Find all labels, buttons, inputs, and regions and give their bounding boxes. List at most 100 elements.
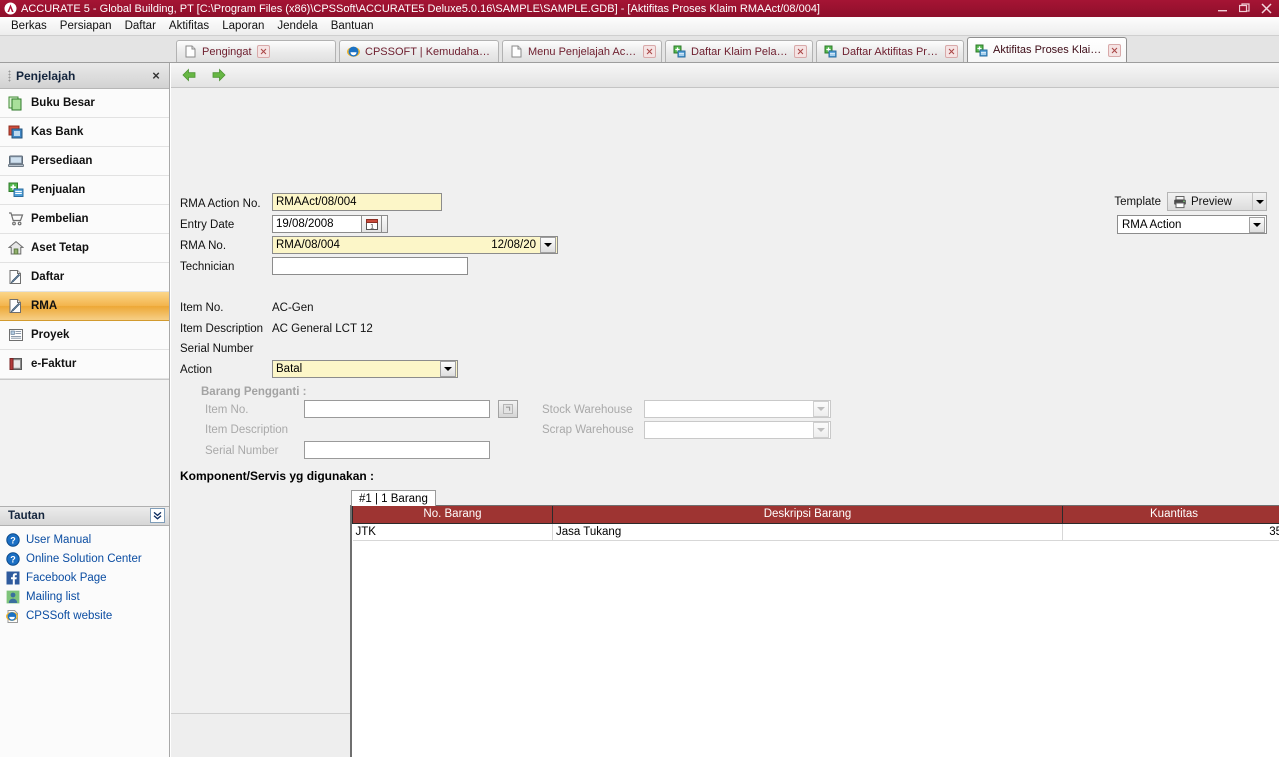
serial-number-label: Serial Number bbox=[180, 343, 254, 355]
chevron-down-icon[interactable] bbox=[440, 361, 456, 377]
lookup-icon[interactable] bbox=[498, 400, 518, 418]
chevron-double-down-icon[interactable] bbox=[150, 508, 165, 523]
tab-close-icon[interactable] bbox=[794, 45, 807, 58]
sidebar-item-persediaan[interactable]: Persediaan bbox=[0, 147, 169, 176]
sidebar-item-aset-tetap[interactable]: Aset Tetap bbox=[0, 234, 169, 263]
sidebar: Penjelajah × Buku Besar bbox=[0, 63, 170, 757]
col-header-deskripsi-barang[interactable]: Deskripsi Barang bbox=[553, 506, 1063, 523]
sidebar-item-label: Persediaan bbox=[31, 155, 92, 167]
rma-no-date: 12/08/20 bbox=[491, 239, 540, 251]
tab-close-icon[interactable] bbox=[1108, 44, 1121, 57]
sidebar-item-label: Daftar bbox=[31, 271, 64, 283]
tab-close-icon[interactable] bbox=[643, 45, 656, 58]
sidebar-item-e-faktur[interactable]: e-Faktur bbox=[0, 350, 169, 379]
tab-close-icon[interactable] bbox=[945, 45, 958, 58]
replacement-group-title: Barang Pengganti : bbox=[201, 386, 306, 398]
sidebar-nav-list: Buku Besar Kas Bank bbox=[0, 89, 169, 380]
action-label: Action bbox=[180, 364, 212, 376]
menu-item-daftar[interactable]: Daftar bbox=[120, 18, 164, 35]
list-pencil-icon bbox=[8, 269, 24, 285]
sales-icon bbox=[824, 45, 837, 58]
entry-date-input[interactable]: 19/08/2008 bbox=[272, 215, 362, 233]
sidebar-item-penjualan[interactable]: Penjualan bbox=[0, 176, 169, 205]
sidebar-item-kas-bank[interactable]: Kas Bank bbox=[0, 118, 169, 147]
menu-item-berkas[interactable]: Berkas bbox=[6, 18, 55, 35]
close-icon[interactable] bbox=[1255, 1, 1277, 16]
record-nav-toolbar bbox=[171, 63, 1279, 88]
link-online-solution-center[interactable]: ? Online Solution Center bbox=[6, 550, 169, 569]
table-row[interactable]: JTK Jasa Tukang 35 bbox=[353, 523, 1279, 540]
preview-button[interactable]: Preview bbox=[1167, 192, 1267, 211]
sidebar-item-label: RMA bbox=[31, 300, 57, 312]
link-user-manual[interactable]: ? User Manual bbox=[6, 531, 169, 550]
chevron-down-icon[interactable] bbox=[813, 401, 829, 417]
item-no-label: Item No. bbox=[180, 302, 223, 314]
components-grid[interactable]: No. Barang Deskripsi Barang Kuantitas Sa… bbox=[350, 505, 1279, 757]
menu-item-jendela[interactable]: Jendela bbox=[272, 18, 325, 35]
sidebar-item-rma[interactable]: RMA bbox=[0, 292, 169, 321]
cell-deskripsi[interactable]: Jasa Tukang bbox=[553, 523, 1063, 540]
menu-item-aktifitas[interactable]: Aktifitas bbox=[164, 18, 217, 35]
chevron-down-icon[interactable] bbox=[1252, 193, 1266, 210]
sidebar-item-label: Penjualan bbox=[31, 184, 85, 196]
grid-tab-barang[interactable]: #1 | 1 Barang bbox=[351, 490, 436, 506]
stock-warehouse-combo[interactable] bbox=[644, 400, 831, 418]
template-label: Template bbox=[1114, 196, 1161, 208]
menu-item-laporan[interactable]: Laporan bbox=[217, 18, 272, 35]
replacement-serial-number-input[interactable] bbox=[304, 441, 490, 459]
tab-cpssoft-web[interactable]: CPSSOFT | Kemudahan Bis... bbox=[339, 40, 499, 62]
link-label: CPSSoft website bbox=[26, 610, 112, 622]
menu-item-bantuan[interactable]: Bantuan bbox=[326, 18, 382, 35]
sidebar-item-label: e-Faktur bbox=[31, 358, 76, 370]
tab-close-icon[interactable] bbox=[257, 45, 270, 58]
cell-kuantitas[interactable]: 35 bbox=[1063, 523, 1279, 540]
calendar-icon[interactable]: 1 bbox=[362, 215, 382, 233]
drag-grip-icon[interactable] bbox=[8, 70, 11, 82]
arrow-right-icon[interactable] bbox=[210, 66, 228, 84]
scrap-warehouse-combo[interactable] bbox=[644, 421, 831, 439]
rma-action-no-label: RMA Action No. bbox=[180, 198, 261, 210]
replacement-item-no-input[interactable] bbox=[304, 400, 490, 418]
arrow-left-icon[interactable] bbox=[180, 66, 198, 84]
help-icon: ? bbox=[6, 552, 20, 566]
tab-menu-penjelajah[interactable]: Menu Penjelajah Accur... bbox=[502, 40, 662, 62]
sales-icon bbox=[673, 45, 686, 58]
chevron-down-icon[interactable] bbox=[1249, 217, 1265, 233]
rma-action-no-input[interactable]: RMAAct/08/004 bbox=[272, 193, 442, 211]
stock-warehouse-label: Stock Warehouse bbox=[542, 404, 632, 416]
rma-no-label: RMA No. bbox=[180, 240, 226, 252]
close-icon[interactable]: × bbox=[149, 69, 163, 82]
cell-no-barang[interactable]: JTK bbox=[353, 523, 553, 540]
restore-icon[interactable] bbox=[1233, 1, 1255, 16]
sales-icon bbox=[975, 44, 988, 57]
col-header-no-barang[interactable]: No. Barang bbox=[353, 506, 553, 523]
rma-no-combo[interactable]: RMA/08/004 12/08/20 bbox=[272, 236, 558, 254]
technician-input[interactable] bbox=[272, 257, 468, 275]
sidebar-item-pembelian[interactable]: Pembelian bbox=[0, 205, 169, 234]
entry-date-spin[interactable] bbox=[382, 215, 388, 233]
link-facebook-page[interactable]: Facebook Page bbox=[6, 569, 169, 588]
technician-label: Technician bbox=[180, 261, 234, 273]
tab-aktifitas-proses-klaim[interactable]: Aktifitas Proses Klaim ... bbox=[967, 37, 1127, 62]
sidebar-item-proyek[interactable]: Proyek bbox=[0, 321, 169, 350]
sidebar-item-buku-besar[interactable]: Buku Besar bbox=[0, 89, 169, 118]
tab-daftar-klaim-pelanggan[interactable]: Daftar Klaim Pelangg... bbox=[665, 40, 813, 62]
tab-pengingat[interactable]: Pengingat bbox=[176, 40, 336, 62]
link-mailing-list[interactable]: Mailing list bbox=[6, 588, 169, 607]
chevron-down-icon[interactable] bbox=[540, 237, 556, 253]
template-combo[interactable]: RMA Action bbox=[1117, 215, 1267, 234]
cash-bank-icon bbox=[8, 124, 24, 140]
col-header-kuantitas[interactable]: Kuantitas bbox=[1063, 506, 1279, 523]
tab-daftar-aktifitas-proses[interactable]: Daftar Aktifitas Pro... bbox=[816, 40, 964, 62]
minimize-icon[interactable] bbox=[1211, 1, 1233, 16]
chevron-down-icon[interactable] bbox=[813, 422, 829, 438]
link-cpssoft-website[interactable]: CPSSoft website bbox=[6, 607, 169, 626]
preview-label: Preview bbox=[1191, 196, 1232, 208]
sidebar-item-daftar[interactable]: Daftar bbox=[0, 263, 169, 292]
action-combo[interactable]: Batal bbox=[272, 360, 458, 378]
menu-item-persiapan[interactable]: Persiapan bbox=[55, 18, 120, 35]
link-label: User Manual bbox=[26, 534, 91, 546]
link-label: Online Solution Center bbox=[26, 553, 142, 565]
svg-text:?: ? bbox=[10, 535, 16, 545]
window-title: ACCURATE 5 - Global Building, PT [C:\Pro… bbox=[21, 3, 820, 15]
